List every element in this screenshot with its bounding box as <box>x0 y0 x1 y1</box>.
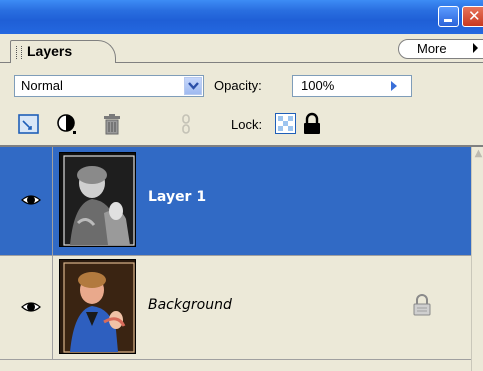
more-button[interactable]: More <box>398 39 483 59</box>
layer-thumbnail <box>59 259 136 354</box>
close-icon[interactable]: ✕ <box>462 6 483 27</box>
trash-icon[interactable] <box>100 112 124 136</box>
tab-layers[interactable]: Layers <box>10 40 116 63</box>
eye-icon[interactable] <box>20 189 42 211</box>
opacity-slider-arrow-icon[interactable] <box>391 81 397 91</box>
lock-all-icon[interactable] <box>300 112 324 136</box>
disabled-link-icon <box>182 114 190 134</box>
grip-icon[interactable] <box>16 46 22 59</box>
eye-icon[interactable] <box>20 296 42 318</box>
blend-row: Normal Opacity: 100% <box>0 63 483 103</box>
opacity-value: 100% <box>301 78 335 93</box>
link-layers-icon[interactable] <box>17 112 41 136</box>
layer-row[interactable]: Layer 1 <box>0 147 471 256</box>
blend-mode-value: Normal <box>21 78 63 93</box>
lock-pixels-icon[interactable] <box>275 113 296 134</box>
lock-label: Lock: <box>231 117 263 132</box>
title-bar[interactable]: ✕ <box>0 0 483 34</box>
layer-thumbnail <box>59 152 136 247</box>
row-divider <box>52 147 53 255</box>
layer-tools-row: Lock: <box>0 103 483 147</box>
scrollbar[interactable]: ▲ <box>471 147 483 371</box>
layer-name[interactable]: Layer 1 <box>148 189 206 205</box>
lock-icon <box>413 294 431 316</box>
blend-dropdown-icon[interactable] <box>184 77 202 95</box>
tab-layers-label: Layers <box>27 43 73 59</box>
layers-window: ✕ Layers More Normal Opacity: 100% Lock:… <box>0 0 483 371</box>
opacity-field[interactable]: 100% <box>292 75 412 97</box>
scroll-up-icon[interactable]: ▲ <box>473 147 483 161</box>
panel-tab-row: Layers More <box>0 34 483 63</box>
row-divider <box>52 256 53 359</box>
adjustment-layer-icon[interactable] <box>55 112 79 136</box>
layer-name[interactable]: Background <box>148 297 232 313</box>
blend-mode-select[interactable]: Normal <box>14 75 204 97</box>
more-arrow-icon <box>473 43 478 53</box>
more-label: More <box>417 41 447 56</box>
layers-list: Layer 1 Background <box>0 147 483 371</box>
opacity-label: Opacity: <box>214 78 262 93</box>
layer-row[interactable]: Background <box>0 256 471 360</box>
minimize-icon[interactable] <box>438 6 459 27</box>
